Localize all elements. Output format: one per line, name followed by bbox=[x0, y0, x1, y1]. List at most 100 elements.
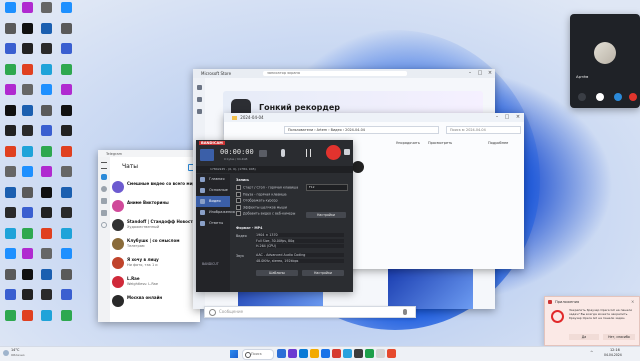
bandicam-menu[interactable]: Главная Основные Видео Изображения Ответы bbox=[196, 174, 235, 292]
view-button[interactable]: Просмотреть bbox=[428, 141, 452, 145]
taskbar-app-icon[interactable] bbox=[354, 349, 363, 358]
desktop-shortcut-icon[interactable] bbox=[38, 63, 54, 84]
explorer-titlebar[interactable]: 2024-04-04 – □ × bbox=[224, 113, 524, 122]
desktop-shortcut-icon[interactable] bbox=[58, 2, 74, 22]
mic-icon[interactable] bbox=[403, 309, 407, 315]
desktop-shortcut-icon[interactable] bbox=[58, 289, 74, 309]
desktop-shortcut-icon[interactable] bbox=[38, 2, 54, 22]
mute-button[interactable] bbox=[578, 93, 586, 101]
taskbar-app-icon[interactable] bbox=[332, 349, 341, 358]
browser-search-box[interactable]: записатор экрана bbox=[263, 71, 407, 76]
record-button[interactable] bbox=[326, 145, 341, 160]
desktop-shortcut-icon[interactable] bbox=[2, 2, 18, 22]
record-option[interactable]: Эффекты щелчков мыши bbox=[236, 204, 287, 210]
desktop-shortcut-icon[interactable] bbox=[19, 63, 35, 84]
desktop-shortcut-icon[interactable] bbox=[19, 84, 35, 104]
taskbar-app-icon[interactable] bbox=[343, 349, 352, 358]
start-button[interactable] bbox=[230, 350, 238, 358]
taskbar-app-icon[interactable] bbox=[299, 349, 308, 358]
desktop-shortcut-icon[interactable] bbox=[2, 268, 18, 289]
desktop-shortcut-icon[interactable] bbox=[58, 248, 74, 268]
desktop-shortcut-icon[interactable] bbox=[2, 248, 18, 268]
option-checkbox[interactable] bbox=[236, 191, 241, 197]
desktop-shortcut-icon[interactable] bbox=[38, 22, 54, 43]
chat-list-item[interactable]: Москва онлайн bbox=[112, 294, 180, 311]
chat-list-item[interactable]: Аниме Викторины bbox=[112, 199, 180, 216]
record-option[interactable]: Добавить видео с веб-камеры bbox=[236, 211, 295, 216]
desktop-shortcut-icon[interactable] bbox=[19, 104, 35, 125]
desktop-shortcut-icon[interactable] bbox=[58, 166, 74, 186]
browser-titlebar[interactable]: Microsoft Store записатор экрана – □ × bbox=[193, 69, 495, 78]
personal-chats-icon[interactable] bbox=[101, 186, 107, 192]
desktop-shortcut-icon[interactable] bbox=[38, 186, 54, 207]
desktop-shortcut-icon[interactable] bbox=[58, 186, 74, 207]
chat-list-item[interactable]: Standoff | Стандофф Новости Художественны… bbox=[112, 218, 195, 235]
desktop-shortcut-icon[interactable] bbox=[19, 309, 35, 330]
desktop-shortcut-icon[interactable] bbox=[2, 207, 18, 227]
webcam-icon[interactable] bbox=[259, 150, 267, 157]
chat-list-item[interactable]: L.Rae Weightless: L.Rae bbox=[112, 275, 180, 292]
desktop-shortcut-icon[interactable] bbox=[19, 125, 35, 145]
desktop-shortcut-icon[interactable] bbox=[58, 227, 74, 248]
minimize-button[interactable]: – bbox=[465, 69, 475, 78]
desktop-shortcut-icon[interactable] bbox=[19, 166, 35, 186]
screenshot-icon[interactable] bbox=[344, 149, 350, 155]
desktop-shortcut-icon[interactable] bbox=[19, 186, 35, 207]
apps-icon[interactable] bbox=[197, 97, 202, 102]
sort-button[interactable]: Упорядочить bbox=[396, 141, 420, 145]
desktop-shortcut-icon[interactable] bbox=[19, 2, 35, 22]
desktop-shortcut-icon[interactable] bbox=[2, 227, 18, 248]
bandicam-menu-item[interactable]: Ответы bbox=[196, 218, 230, 229]
desktop-shortcut-icon[interactable] bbox=[2, 125, 18, 145]
bandicam-menu-item[interactable]: Главная bbox=[196, 174, 230, 185]
toast-yes-button[interactable]: Да bbox=[569, 334, 599, 340]
desktop-shortcut-icon[interactable] bbox=[2, 84, 18, 104]
desktop-shortcut-icon[interactable] bbox=[38, 309, 54, 330]
home-icon[interactable] bbox=[197, 85, 202, 90]
option-checkbox[interactable] bbox=[236, 204, 241, 210]
toast-no-button[interactable]: Нет, спасибо bbox=[603, 334, 635, 340]
menu-icon[interactable] bbox=[101, 162, 107, 169]
maximize-button[interactable]: □ bbox=[502, 113, 512, 122]
taskbar-app-icon[interactable] bbox=[277, 349, 286, 358]
desktop-shortcut-icon[interactable] bbox=[19, 145, 35, 166]
desktop-shortcut-icon[interactable] bbox=[58, 63, 74, 84]
chat-list-item[interactable]: Смешные видео со всего мира bbox=[112, 180, 198, 197]
desktop-shortcut-icon[interactable] bbox=[38, 104, 54, 125]
record-settings-button[interactable]: Настройки bbox=[306, 212, 346, 218]
desktop-shortcut-icon[interactable] bbox=[38, 166, 54, 186]
desktop-shortcut-icon[interactable] bbox=[2, 186, 18, 207]
minimize-button[interactable]: – bbox=[492, 113, 502, 122]
templates-button[interactable]: Шаблоны bbox=[256, 270, 298, 276]
desktop-shortcut-icon[interactable] bbox=[19, 248, 35, 268]
games-icon[interactable] bbox=[197, 109, 202, 114]
bots-icon[interactable] bbox=[101, 210, 107, 216]
desktop-shortcut-icon[interactable] bbox=[19, 227, 35, 248]
taskbar-app-icon[interactable] bbox=[288, 349, 297, 358]
tray-chevron-icon[interactable]: ^ bbox=[590, 350, 593, 355]
close-button[interactable]: × bbox=[485, 69, 495, 78]
bandicam-menu-item[interactable]: Видео bbox=[196, 196, 230, 207]
screen-mode-button[interactable] bbox=[200, 149, 214, 161]
option-checkbox[interactable] bbox=[236, 211, 241, 216]
mic-icon[interactable] bbox=[281, 149, 285, 157]
channels-icon[interactable] bbox=[101, 198, 107, 204]
format-settings-button[interactable]: Настройки bbox=[302, 270, 344, 276]
desktop-shortcut-icon[interactable] bbox=[2, 104, 18, 125]
desktop-shortcut-icon[interactable] bbox=[38, 207, 54, 227]
taskbar-app-icon[interactable] bbox=[310, 349, 319, 358]
desktop-shortcut-icon[interactable] bbox=[38, 227, 54, 248]
desktop-shortcut-icon[interactable] bbox=[19, 22, 35, 43]
desktop-shortcut-icon[interactable] bbox=[2, 309, 18, 330]
pause-button[interactable] bbox=[306, 149, 311, 157]
desktop-shortcut-icon[interactable] bbox=[38, 145, 54, 166]
taskbar-app-icon[interactable] bbox=[387, 349, 396, 358]
taskbar-app-icon[interactable] bbox=[321, 349, 330, 358]
desktop-shortcut-icon[interactable] bbox=[2, 63, 18, 84]
message-input[interactable]: Сообщение bbox=[204, 306, 416, 318]
option-checkbox[interactable] bbox=[236, 198, 241, 203]
desktop-shortcut-icon[interactable] bbox=[58, 309, 74, 330]
telegram-titlebar[interactable]: Telegram bbox=[98, 150, 200, 157]
desktop-shortcut-icon[interactable] bbox=[58, 125, 74, 145]
desktop-shortcut-icon[interactable] bbox=[2, 166, 18, 186]
